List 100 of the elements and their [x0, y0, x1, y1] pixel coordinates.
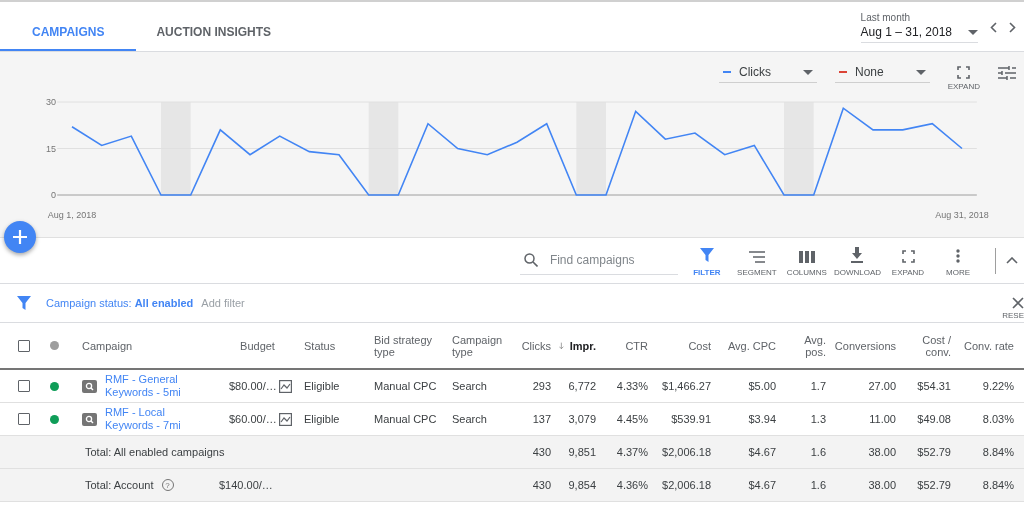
table-cell: 38.00 [868, 479, 896, 491]
table-cell: $52.79 [917, 479, 951, 491]
table-cell: 3,079 [568, 413, 596, 425]
table-cell: 4.33% [616, 380, 648, 392]
campaign-link[interactable]: RMF - General Keywords - 5mi [105, 373, 185, 399]
table-cell: 9,854 [568, 479, 596, 491]
expand-chart-button[interactable]: EXPAND [947, 65, 980, 91]
status-dot-header [50, 341, 59, 350]
table-cell: 4.36% [616, 479, 648, 491]
search-campaign-icon [82, 379, 97, 393]
column-header[interactable]: Campaign [82, 339, 133, 352]
table-cell: 1.6 [810, 479, 826, 491]
column-header[interactable]: Conversions [834, 339, 896, 352]
table-cell: 430 [532, 446, 551, 458]
table-cell: 38.00 [868, 446, 896, 458]
segment-lines-icon [748, 250, 765, 263]
date-range-caption: Last month [860, 12, 912, 23]
table-cell: $539.91 [671, 413, 711, 425]
table-cell: $49.08 [917, 413, 951, 425]
table-cell: 1.6 [810, 446, 826, 458]
table-cell: Manual CPC [374, 380, 437, 392]
download-tool-button[interactable]: DOWNLOAD [831, 244, 883, 277]
segment-tool-button[interactable]: SEGMENT [731, 244, 782, 277]
table-cell: 293 [532, 380, 551, 392]
dropdown-caret-icon [968, 29, 978, 35]
close-icon [1012, 296, 1024, 309]
table-cell: Search [452, 380, 487, 392]
more-tool-button[interactable]: MORE [933, 244, 983, 277]
table-cell: $54.31 [917, 380, 951, 392]
search-campaign-icon [82, 412, 97, 426]
table-cell: 8.84% [982, 479, 1014, 491]
tune-icon[interactable] [998, 66, 1016, 80]
column-header[interactable]: Avg. CPC [727, 339, 776, 352]
column-header[interactable]: Cost [688, 339, 711, 352]
campaign-link[interactable]: RMF - Local Keywords - 7mi [105, 406, 185, 432]
budget-amount: $60.00/… [229, 413, 277, 425]
table-cell: Eligible [304, 380, 340, 392]
select-all-checkbox[interactable] [18, 339, 30, 352]
filter-icon [16, 295, 32, 311]
column-header[interactable]: Bid strategy type [374, 333, 444, 358]
table-cell: $140.00/… [219, 479, 273, 491]
x-tick-label: Aug 1, 2018 [47, 210, 97, 220]
expand-tool-button[interactable]: EXPAND [883, 244, 933, 277]
table-cell: $4.67 [748, 446, 776, 458]
previous-icon[interactable] [990, 22, 997, 33]
collapse-chevron-icon[interactable] [1006, 257, 1018, 264]
table-cell: $1,466.27 [662, 380, 711, 392]
sort-arrow-icon [559, 340, 564, 351]
table-cell: $5.00 [748, 380, 776, 392]
expand-icon [901, 249, 915, 263]
expand-icon [957, 65, 971, 79]
table-cell: 430 [532, 479, 551, 491]
more-icon [956, 248, 960, 263]
table-cell: 27.00 [868, 380, 896, 392]
table-cell: Search [452, 413, 487, 425]
table-cell: $52.79 [917, 446, 951, 458]
column-header[interactable]: Impr. [569, 339, 596, 352]
add-button[interactable] [4, 221, 36, 253]
search-input[interactable]: Find campaigns [549, 253, 665, 267]
line-chart-icon[interactable] [278, 379, 292, 393]
date-range-dropdown[interactable]: Aug 1 – 31, 2018 [860, 23, 978, 39]
x-tick-label: Aug 31, 2018 [935, 210, 989, 220]
metric-dropdown[interactable]: None [835, 63, 930, 83]
line-chart-icon[interactable] [278, 412, 292, 426]
filter-chip[interactable]: Campaign status: All enabled [46, 297, 194, 309]
table-cell: $3.94 [748, 413, 776, 425]
column-header[interactable]: CTR [625, 339, 648, 352]
filter-tool-button[interactable]: FILTER [681, 244, 732, 277]
table-cell: Eligible [304, 413, 340, 425]
y-tick-label: 30 [46, 97, 56, 107]
search-icon [523, 253, 538, 267]
next-icon[interactable] [1009, 22, 1016, 33]
total-label: Total: All enabled campaigns [85, 446, 225, 458]
table-cell: Manual CPC [374, 413, 437, 425]
metric-dropdown[interactable]: Clicks [719, 63, 817, 83]
budget-amount: $80.00/… [229, 380, 277, 392]
column-header[interactable]: Campaign type [452, 333, 503, 358]
column-header[interactable]: Conv. rate [964, 339, 1014, 352]
table-cell: 9.22% [982, 380, 1014, 392]
columns-tool-button[interactable]: COLUMNS [781, 244, 832, 277]
column-header[interactable]: Status [304, 339, 336, 352]
row-checkbox[interactable] [18, 413, 30, 425]
column-header[interactable]: Budget [240, 339, 275, 352]
table-cell: 4.37% [616, 446, 648, 458]
y-tick-label: 0 [51, 190, 56, 200]
dropdown-caret-icon [803, 69, 813, 75]
table-cell: $4.67 [748, 479, 776, 491]
row-checkbox[interactable] [18, 380, 30, 392]
plus-icon [13, 230, 27, 244]
column-header[interactable]: Avg. pos. [784, 333, 826, 358]
columns-icon [798, 250, 815, 263]
table-cell: 6,772 [568, 380, 596, 392]
table-cell: 8.84% [982, 446, 1014, 458]
table-cell: $2,006.18 [662, 479, 711, 491]
reset-button[interactable]: RESE [1002, 296, 1024, 320]
table-cell: 8.03% [982, 413, 1014, 425]
column-header[interactable]: Clicks [521, 339, 551, 352]
table-cell: 137 [532, 413, 551, 425]
column-header[interactable]: Cost / conv. [904, 333, 951, 358]
tab[interactable]: AUCTION INSIGHTS [136, 15, 292, 51]
